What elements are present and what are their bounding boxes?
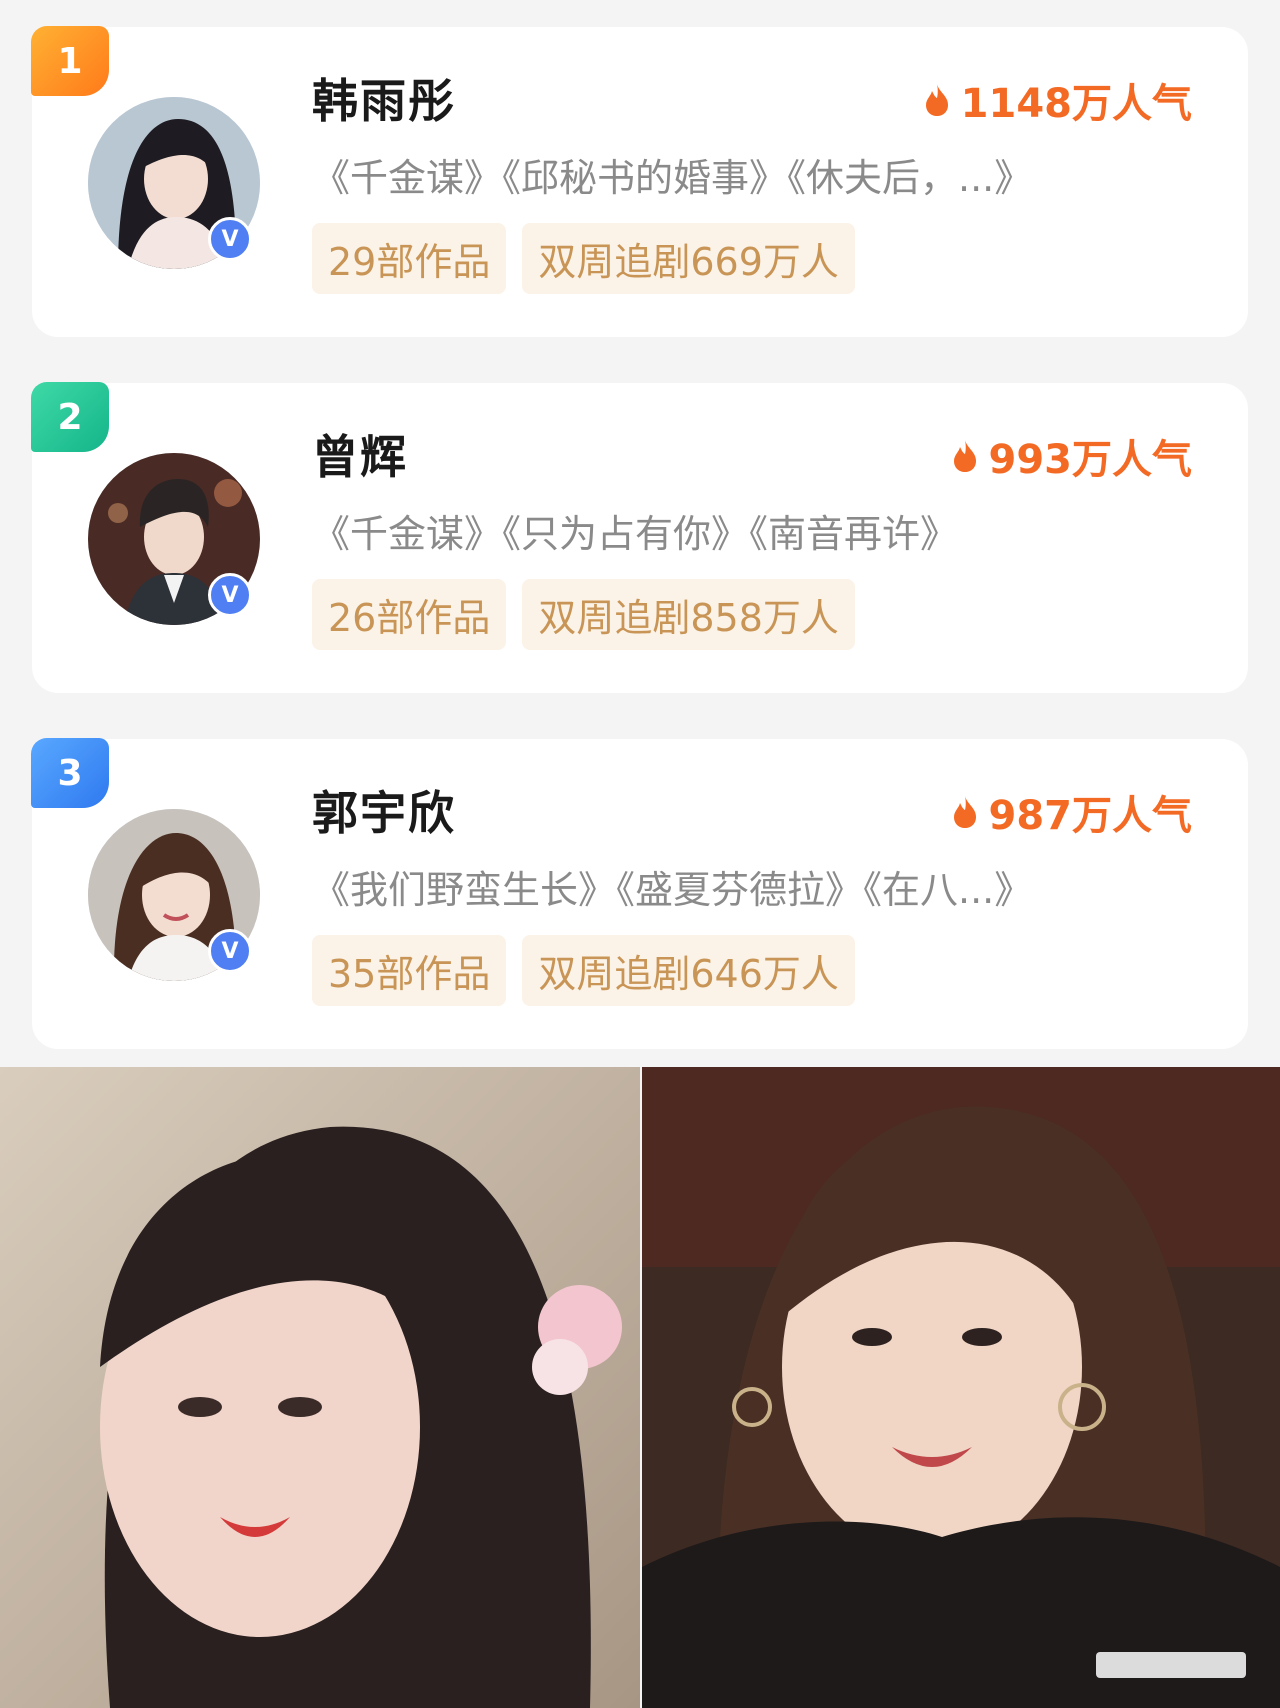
works-count-tag: 26部作品 (312, 579, 507, 650)
actor-name[interactable]: 曾辉 (312, 421, 408, 487)
ranking-card-2[interactable]: 2 V 曾辉 993万人气 《千金谋》《只为占有你》《南音再许》 26部作品 双… (31, 382, 1248, 693)
popularity: 993万人气 (951, 427, 1193, 485)
tag-row: 26部作品 双周追剧858万人 (312, 579, 855, 650)
ranking-card-3[interactable]: 3 V 郭宇欣 987万人气 《我们野蛮生长》《盛夏芬德拉》《在八...》 35… (31, 738, 1248, 1049)
drama-still-right (642, 1067, 1280, 1708)
verified-icon: V (208, 573, 252, 617)
actor-name[interactable]: 韩雨彤 (312, 65, 456, 131)
works-list: 《我们野蛮生长》《盛夏芬德拉》《在八...》 (312, 868, 1033, 912)
popularity-value: 993万人气 (988, 437, 1193, 483)
popularity: 1148万人气 (923, 71, 1192, 129)
fire-icon (953, 440, 976, 472)
popularity: 987万人气 (951, 783, 1193, 841)
tag-row: 35部作品 双周追剧646万人 (312, 935, 855, 1006)
works-list: 《千金谋》《只为占有你》《南音再许》 (312, 512, 959, 556)
tag-row: 29部作品 双周追剧669万人 (312, 223, 855, 294)
rank-badge: 2 (31, 382, 109, 452)
rank-badge: 3 (31, 738, 109, 808)
fire-icon (925, 84, 948, 116)
drama-still-left (0, 1067, 640, 1708)
works-count-tag: 29部作品 (312, 223, 507, 294)
verified-icon: V (208, 929, 252, 973)
followers-tag: 双周追剧646万人 (522, 935, 855, 1006)
popularity-value: 987万人气 (988, 793, 1193, 839)
watermark (1096, 1652, 1246, 1678)
followers-tag: 双周追剧858万人 (522, 579, 855, 650)
works-list: 《千金谋》《邱秘书的婚事》《休夫后，...》 (312, 156, 1033, 200)
verified-icon: V (208, 217, 252, 261)
fire-icon (953, 796, 976, 828)
popularity-value: 1148万人气 (960, 81, 1192, 127)
rank-badge: 1 (31, 26, 109, 96)
actor-name[interactable]: 郭宇欣 (312, 777, 456, 843)
ranking-card-1[interactable]: 1 V 韩雨彤 1148万人气 《千金谋》《邱秘书的婚事》《休夫后，...》 2… (31, 26, 1248, 337)
followers-tag: 双周追剧669万人 (522, 223, 855, 294)
works-count-tag: 35部作品 (312, 935, 507, 1006)
